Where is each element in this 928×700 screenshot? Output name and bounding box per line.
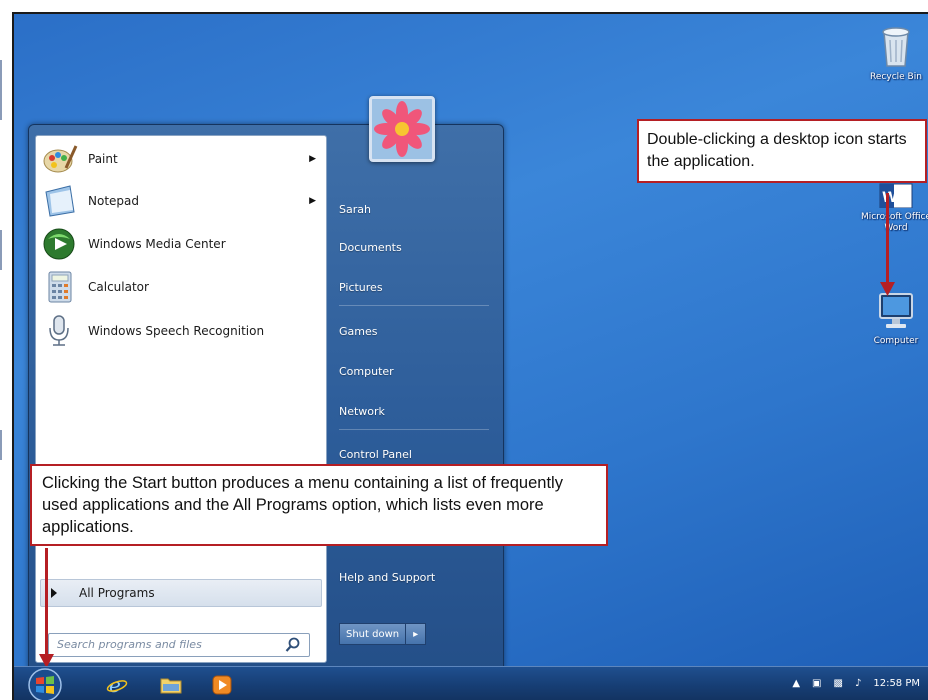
- place-item-computer[interactable]: Computer: [339, 365, 394, 378]
- desktop-icon-label: Recycle Bin: [870, 72, 922, 82]
- volume-icon[interactable]: ♪: [855, 678, 861, 689]
- start-menu-item-speech-recognition[interactable]: Windows Speech Recognition: [42, 312, 320, 350]
- shutdown-options-arrow-icon[interactable]: ▸: [406, 623, 427, 645]
- all-programs-label: All Programs: [79, 586, 155, 600]
- system-tray: ▲ ▣ ▩ ♪ 12:58 PM: [792, 678, 920, 689]
- network-icon[interactable]: ▣: [812, 678, 821, 689]
- desktop-icon-label: Microsoft Office Word: [860, 212, 928, 233]
- callout-desktop-icon: Double-clicking a desktop icon starts th…: [637, 119, 927, 183]
- show-hidden-icons-icon[interactable]: ▲: [792, 678, 800, 689]
- folder-icon[interactable]: [160, 675, 182, 695]
- page-edge-line: [0, 230, 10, 270]
- callout-arrowhead-icon: [880, 282, 895, 296]
- start-menu-item-label: Notepad: [88, 194, 139, 208]
- submenu-arrow-icon[interactable]: ▶: [309, 196, 316, 206]
- page-edge-line: [0, 60, 10, 120]
- desktop: Recycle Bin W Microsoft Office Word Comp…: [12, 12, 928, 700]
- computer-icon: [879, 293, 913, 328]
- start-button-icon[interactable]: [26, 668, 64, 700]
- media-center-icon: [43, 228, 75, 260]
- microphone-icon: [49, 315, 69, 346]
- callout-start-button: Clicking the Start button produces a men…: [30, 464, 608, 546]
- callout-pointer-line: [45, 548, 48, 663]
- start-menu: Paint ▶ Notepad ▶ Windows Media Center C…: [28, 124, 504, 672]
- recycle-bin-icon: [882, 27, 910, 67]
- start-menu-programs-pane: Paint ▶ Notepad ▶ Windows Media Center C…: [35, 135, 327, 663]
- desktop-icon-word[interactable]: W Microsoft Office Word: [856, 182, 928, 234]
- place-item-help[interactable]: Help and Support: [339, 571, 435, 584]
- svg-text:W: W: [882, 190, 897, 206]
- avatar[interactable]: [369, 96, 435, 162]
- menu-divider: [339, 429, 489, 430]
- signal-icon[interactable]: ▩: [834, 678, 843, 689]
- menu-divider: [339, 305, 489, 306]
- all-programs-button[interactable]: All Programs: [40, 579, 322, 607]
- notepad-icon: [45, 185, 75, 217]
- place-item-network[interactable]: Network: [339, 405, 385, 418]
- clock[interactable]: 12:58 PM: [873, 678, 920, 689]
- submenu-arrow-icon[interactable]: ▶: [309, 154, 316, 164]
- media-player-icon[interactable]: [212, 675, 232, 695]
- start-menu-item-label: Calculator: [88, 280, 149, 294]
- search-icon[interactable]: [285, 637, 301, 653]
- start-menu-places-pane: Sarah Documents Pictures Games Computer …: [335, 125, 501, 673]
- taskbar: e ▲ ▣ ▩ ♪ 12:58 PM: [14, 666, 928, 700]
- start-menu-item-label: Paint: [88, 152, 118, 166]
- desktop-icon-computer[interactable]: Computer: [856, 292, 928, 347]
- flower-picture-icon: [372, 99, 432, 159]
- place-item-games[interactable]: Games: [339, 325, 377, 338]
- start-menu-item-notepad[interactable]: Notepad ▶: [42, 182, 320, 220]
- page-edge-line: [0, 430, 10, 460]
- shutdown-button[interactable]: Shut down: [339, 623, 407, 645]
- paint-icon: [43, 145, 78, 173]
- start-menu-item-label: Windows Speech Recognition: [88, 324, 265, 338]
- desktop-icon-label: Computer: [873, 336, 919, 346]
- word-icon: W: [879, 183, 913, 209]
- desktop-icon-recycle-bin[interactable]: Recycle Bin: [856, 24, 928, 83]
- place-item-pictures[interactable]: Pictures: [339, 281, 383, 294]
- search-input[interactable]: Search programs and files: [48, 633, 310, 657]
- place-item-user[interactable]: Sarah: [339, 203, 371, 216]
- start-menu-item-media-center[interactable]: Windows Media Center: [42, 225, 320, 263]
- shutdown-control: Shut down ▸: [339, 623, 427, 647]
- expand-arrow-icon: [51, 588, 57, 598]
- place-item-documents[interactable]: Documents: [339, 241, 402, 254]
- calculator-icon: [48, 271, 72, 303]
- place-item-control-panel[interactable]: Control Panel: [339, 448, 412, 461]
- search-placeholder: Search programs and files: [57, 638, 202, 651]
- callout-pointer-line: [886, 193, 889, 289]
- internet-explorer-icon[interactable]: e: [106, 674, 128, 696]
- start-menu-item-calculator[interactable]: Calculator: [42, 268, 320, 306]
- start-menu-item-paint[interactable]: Paint ▶: [42, 140, 320, 178]
- start-menu-item-label: Windows Media Center: [88, 237, 226, 251]
